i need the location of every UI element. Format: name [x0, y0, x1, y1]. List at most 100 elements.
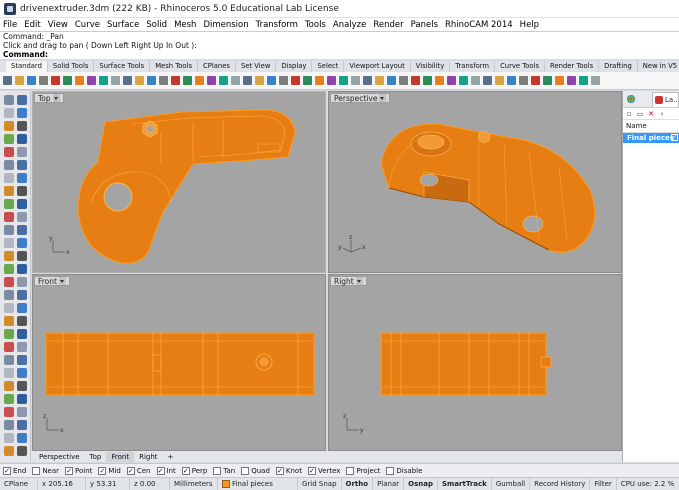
paste-icon[interactable] [87, 76, 96, 85]
left-tool-12-1-icon[interactable] [17, 251, 27, 261]
osnap-disable[interactable]: Disable [386, 466, 422, 475]
extra3-icon[interactable] [567, 76, 576, 85]
grid-snap-toggle[interactable]: Grid Snap [298, 477, 342, 490]
menu-item-view[interactable]: View [48, 20, 68, 30]
left-tool-16-1-icon[interactable] [17, 303, 27, 313]
gumball-icon[interactable] [519, 76, 528, 85]
ghosted-icon[interactable] [243, 76, 252, 85]
viewport-front-label[interactable]: Front [34, 276, 70, 286]
left-tool-8-0-icon[interactable] [4, 199, 14, 209]
left-tool-9-0-icon[interactable] [4, 212, 14, 222]
help-icon[interactable] [411, 76, 420, 85]
toolbar-tab-mesh-tools[interactable]: Mesh Tools [150, 61, 198, 72]
status-layer[interactable]: Final pieces [218, 477, 298, 490]
left-tool-14-1-icon[interactable] [17, 277, 27, 287]
osnap-checkbox[interactable]: ✓ [275, 466, 284, 475]
left-tool-9-1-icon[interactable] [17, 212, 27, 222]
left-tool-11-1-icon[interactable] [17, 238, 27, 248]
viewport-top[interactable]: y x Top [32, 91, 326, 273]
osnap-checkbox[interactable] [386, 466, 395, 475]
left-tool-23-0-icon[interactable] [4, 394, 14, 404]
menu-item-mesh[interactable]: Mesh [174, 20, 196, 30]
toolbar-tab-select[interactable]: Select [312, 61, 345, 72]
ortho-icon[interactable] [495, 76, 504, 85]
menu-item-analyze[interactable]: Analyze [333, 20, 367, 30]
osnap-checkbox[interactable]: ✓ [3, 466, 11, 475]
left-tool-5-0-icon[interactable] [4, 160, 14, 170]
left-tool-1-1-icon[interactable] [17, 108, 27, 118]
menu-item-help[interactable]: Help [520, 20, 539, 30]
left-tool-21-1-icon[interactable] [17, 368, 27, 378]
viewport-perspective-menu-icon[interactable] [379, 94, 387, 102]
zoom-extents-icon[interactable] [171, 76, 180, 85]
left-tool-18-1-icon[interactable] [17, 329, 27, 339]
toolbar-tab-solid-tools[interactable]: Solid Tools [48, 61, 95, 72]
curve-icon[interactable] [291, 76, 300, 85]
osnap-quad[interactable]: Quad [241, 466, 270, 475]
left-tool-8-1-icon[interactable] [17, 199, 27, 209]
extra-icon[interactable] [543, 76, 552, 85]
osnap-int[interactable]: ✓ Int [156, 466, 176, 475]
osnap-mid[interactable]: ✓ Mid [98, 466, 121, 475]
print-icon[interactable] [39, 76, 48, 85]
left-tool-6-0-icon[interactable] [4, 173, 14, 183]
point-icon[interactable] [279, 76, 288, 85]
redo-icon[interactable] [111, 76, 120, 85]
shaded-icon[interactable] [219, 76, 228, 85]
menu-item-dimension[interactable]: Dimension [203, 20, 248, 30]
left-tool-22-1-icon[interactable] [17, 381, 27, 391]
osnap-vertex[interactable]: ✓ Vertex [307, 466, 340, 475]
left-tool-16-0-icon[interactable] [4, 303, 14, 313]
left-tool-4-0-icon[interactable] [4, 147, 14, 157]
toolbar-tab-viewport-layout[interactable]: Viewport Layout [344, 61, 411, 72]
color-icon[interactable] [435, 76, 444, 85]
filter-toggle[interactable]: Filter [590, 477, 617, 490]
left-tool-21-0-icon[interactable] [4, 368, 14, 378]
left-tool-23-1-icon[interactable] [17, 394, 27, 404]
left-tool-18-0-icon[interactable] [4, 329, 14, 339]
ortho-toggle[interactable]: Ortho [342, 477, 374, 490]
record-icon[interactable] [531, 76, 540, 85]
osnap-checkbox[interactable]: ✓ [65, 466, 74, 475]
left-tool-25-1-icon[interactable] [17, 420, 27, 430]
osnap-tan[interactable]: Tan [213, 466, 235, 475]
left-tool-15-0-icon[interactable] [4, 290, 14, 300]
viewport-front-menu-icon[interactable] [58, 277, 66, 285]
left-tool-24-1-icon[interactable] [17, 407, 27, 417]
toolbar-tab-visibility[interactable]: Visibility [411, 61, 451, 72]
osnap-checkbox[interactable]: ✓ [98, 466, 107, 475]
menu-item-tools[interactable]: Tools [305, 20, 326, 30]
viewport-perspective-label[interactable]: Perspective [330, 93, 391, 103]
four-view-icon[interactable] [195, 76, 204, 85]
osnap-checkbox[interactable]: ✓ [156, 466, 165, 475]
pan-icon[interactable] [123, 76, 132, 85]
select-icon[interactable] [267, 76, 276, 85]
left-tool-2-1-icon[interactable] [17, 121, 27, 131]
more-icon[interactable]: › [658, 110, 666, 118]
transform-icon[interactable] [339, 76, 348, 85]
properties-icon[interactable] [363, 76, 372, 85]
left-tool-7-0-icon[interactable] [4, 186, 14, 196]
extra5-icon[interactable] [591, 76, 600, 85]
left-tool-14-0-icon[interactable] [4, 277, 14, 287]
toolbar-tab-render-tools[interactable]: Render Tools [545, 61, 600, 72]
material-icon[interactable] [387, 76, 396, 85]
toolbar-tab-curve-tools[interactable]: Curve Tools [495, 61, 546, 72]
left-tool-22-0-icon[interactable] [4, 381, 14, 391]
left-tool-20-1-icon[interactable] [17, 355, 27, 365]
render-icon[interactable] [399, 76, 408, 85]
left-tool-20-0-icon[interactable] [4, 355, 14, 365]
osnap-toggle[interactable]: Osnap [404, 477, 438, 490]
extra2-icon[interactable] [555, 76, 564, 85]
panel-tab-properties[interactable] [625, 92, 652, 107]
menu-item-render[interactable]: Render [373, 20, 403, 30]
left-tool-25-0-icon[interactable] [4, 420, 14, 430]
zoom-selected-icon[interactable] [183, 76, 192, 85]
panel-tab-layers[interactable]: La... [652, 91, 679, 107]
osnap-checkbox[interactable]: ✓ [307, 466, 316, 475]
light-icon[interactable] [375, 76, 384, 85]
command-input[interactable] [50, 50, 679, 59]
left-tool-15-1-icon[interactable] [17, 290, 27, 300]
left-tool-11-0-icon[interactable] [4, 238, 14, 248]
viewport-right[interactable]: z y Right [328, 274, 622, 451]
